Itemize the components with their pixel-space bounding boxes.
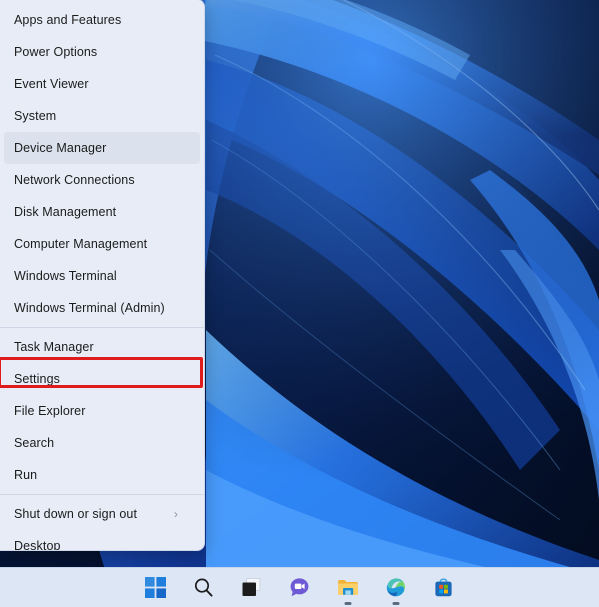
menu-item-file-explorer[interactable]: File Explorer [0, 395, 204, 427]
menu-item-system[interactable]: System [0, 100, 204, 132]
file-explorer-button[interactable] [332, 572, 363, 605]
menu-item-task-manager[interactable]: Task Manager [0, 331, 204, 363]
windows-logo-icon [145, 577, 166, 598]
menu-item-settings[interactable]: Settings [0, 363, 204, 395]
task-view-button[interactable] [236, 572, 267, 603]
microsoft-store-button[interactable] [428, 572, 459, 603]
running-indicator [392, 602, 399, 605]
menu-item-search[interactable]: Search [0, 427, 204, 459]
file-explorer-icon [337, 580, 358, 595]
chat-button[interactable] [284, 572, 315, 603]
menu-group-session: Shut down or sign out › Desktop [0, 498, 204, 551]
menu-item-run[interactable]: Run [0, 459, 204, 491]
menu-item-label: Shut down or sign out [14, 507, 138, 521]
menu-group-shell-tools: Task Manager Settings File Explorer Sear… [0, 331, 204, 491]
menu-item-label: Computer Management [14, 237, 148, 251]
menu-item-desktop[interactable]: Desktop [0, 530, 204, 551]
menu-item-label: Apps and Features [14, 13, 122, 27]
menu-item-label: System [14, 109, 57, 123]
task-view-icon [242, 578, 261, 596]
menu-item-computer-management[interactable]: Computer Management [0, 228, 204, 260]
taskbar[interactable] [0, 567, 599, 607]
menu-item-label: Windows Terminal [14, 269, 117, 283]
menu-item-label: Settings [14, 372, 60, 386]
menu-item-label: Event Viewer [14, 77, 89, 91]
search-button[interactable] [188, 572, 219, 603]
running-indicator [344, 602, 351, 605]
menu-group-system-tools: Apps and Features Power Options Event Vi… [0, 4, 204, 324]
win-x-power-user-menu[interactable]: Apps and Features Power Options Event Vi… [0, 0, 205, 551]
menu-item-label: Run [14, 468, 38, 482]
edge-button[interactable] [380, 572, 411, 605]
menu-separator-2 [0, 494, 204, 495]
menu-item-disk-management[interactable]: Disk Management [0, 196, 204, 228]
menu-item-label: File Explorer [14, 404, 86, 418]
menu-item-label: Task Manager [14, 340, 94, 354]
menu-item-shut-down-or-sign-out[interactable]: Shut down or sign out › [0, 498, 204, 530]
chat-teams-icon [290, 578, 309, 597]
menu-item-windows-terminal[interactable]: Windows Terminal [0, 260, 204, 292]
microsoft-edge-icon [386, 578, 405, 597]
menu-item-label: Network Connections [14, 173, 135, 187]
microsoft-store-icon [435, 578, 452, 597]
menu-item-label: Power Options [14, 45, 98, 59]
menu-item-label: Device Manager [14, 141, 107, 155]
chevron-right-icon: › [173, 507, 178, 521]
menu-item-apps-and-features[interactable]: Apps and Features [0, 4, 204, 36]
menu-item-label: Desktop [14, 539, 61, 551]
menu-item-device-manager[interactable]: Device Manager [4, 132, 200, 164]
menu-item-event-viewer[interactable]: Event Viewer [0, 68, 204, 100]
menu-item-label: Search [14, 436, 55, 450]
start-button[interactable] [140, 572, 171, 603]
menu-item-label: Disk Management [14, 205, 117, 219]
search-icon [194, 578, 213, 597]
menu-separator-1 [0, 327, 204, 328]
menu-item-network-connections[interactable]: Network Connections [0, 164, 204, 196]
menu-item-label: Windows Terminal (Admin) [14, 301, 165, 315]
menu-item-power-options[interactable]: Power Options [0, 36, 204, 68]
menu-item-windows-terminal-admin[interactable]: Windows Terminal (Admin) [0, 292, 204, 324]
